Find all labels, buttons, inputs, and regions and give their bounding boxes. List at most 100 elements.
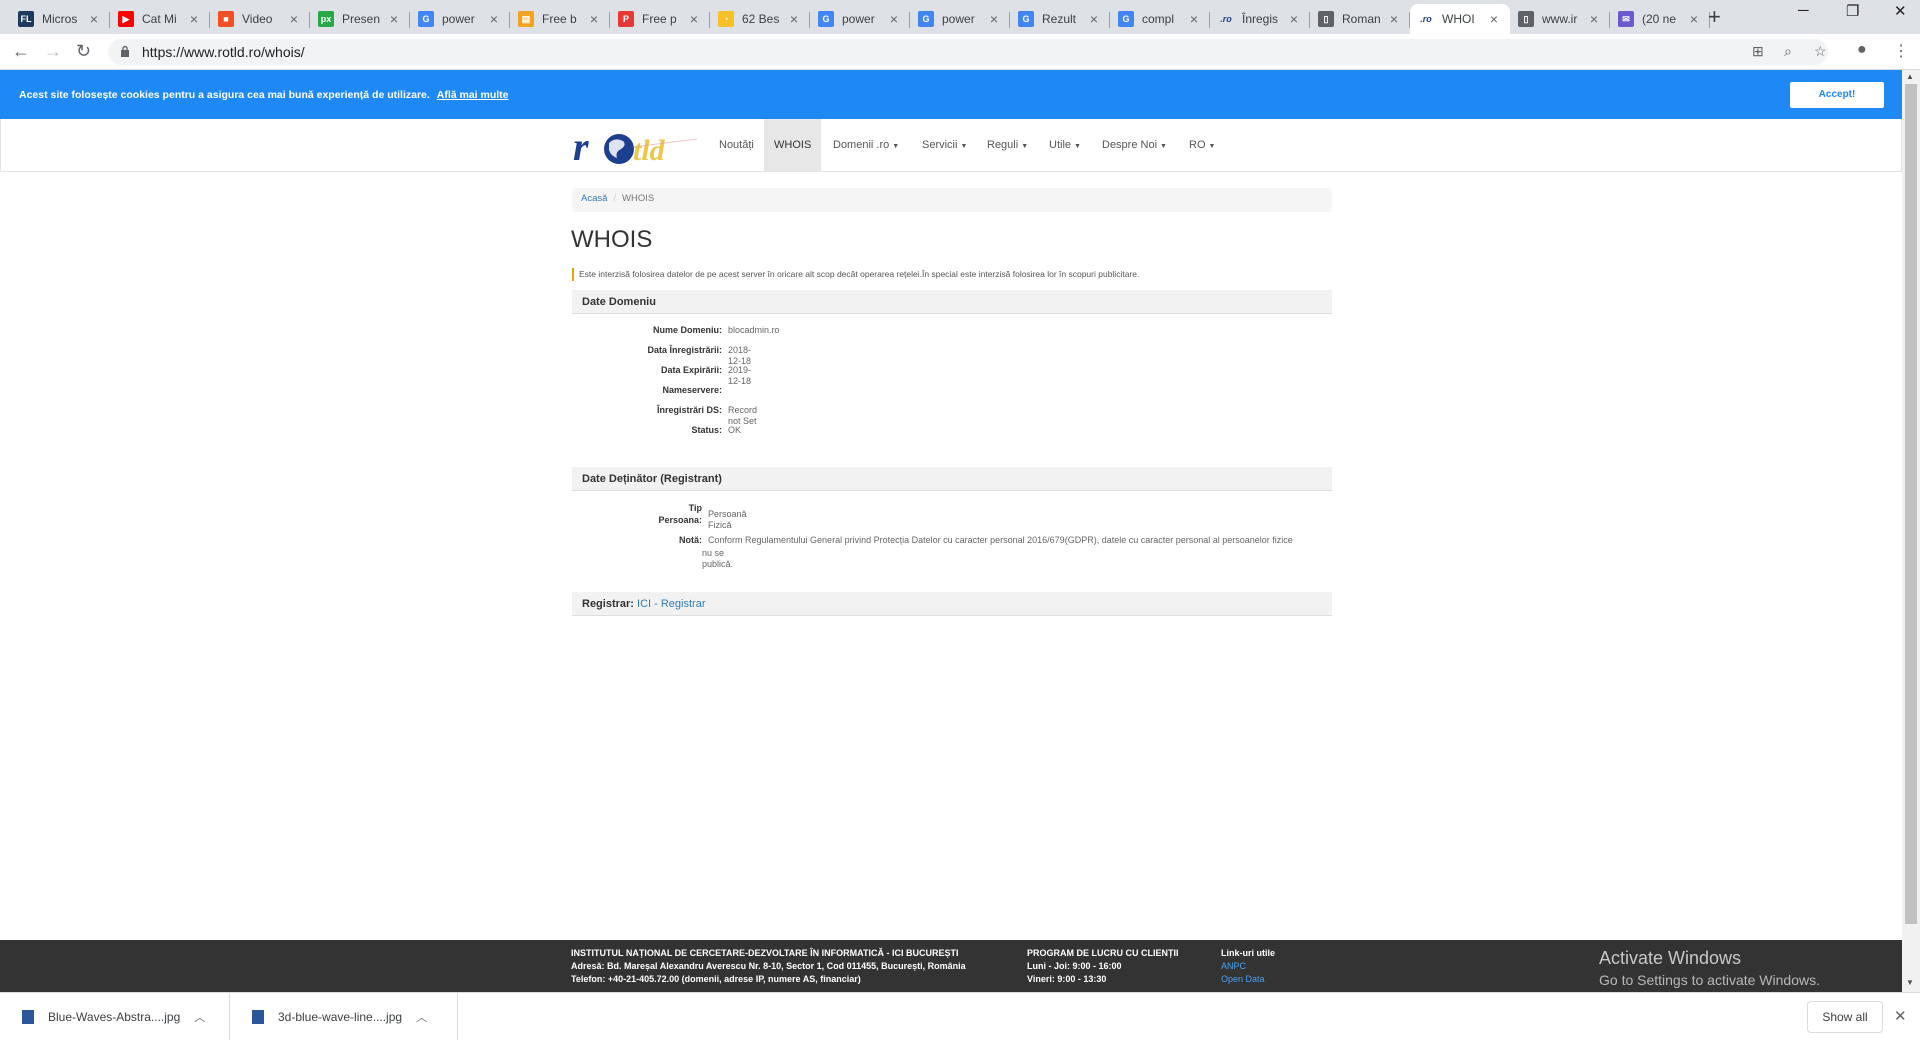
tab-close-icon[interactable]: × [386,11,402,27]
nav-item[interactable]: Utile ▼ [1039,119,1091,171]
field-value: OK [728,425,742,435]
nav-item[interactable]: Noutăți [709,119,764,171]
translate-icon[interactable]: ⊞ [1752,43,1764,60]
back-icon[interactable]: ← [12,41,30,62]
breadcrumb-home-link[interactable]: Acasă [581,193,607,204]
show-all-button[interactable]: Show all [1807,1001,1883,1033]
browser-tab[interactable]: Gpower × [810,4,910,34]
youtube-icon: ▶ [118,11,134,27]
registrar-link[interactable]: ICI - Registrar [637,598,705,610]
tab-close-icon[interactable]: × [286,11,302,27]
nav-item[interactable]: Despre Noi ▼ [1092,119,1177,171]
tab-close-icon[interactable]: × [86,11,102,27]
browser-tab[interactable]: FL Micros × [10,4,110,34]
field-value: Record not Set [728,405,758,426]
tab-close-icon[interactable]: × [486,11,502,27]
menu-icon[interactable]: ⋮ [1893,41,1909,61]
browser-tab[interactable]: G Rezult × [1010,4,1110,34]
close-downloads-icon[interactable]: ✕ [1894,1007,1907,1025]
browser-tab[interactable]: Gcompl × [1110,4,1210,34]
browser-tab[interactable]: ▯ Roman × [1310,4,1410,34]
nav-item[interactable]: Reguli ▼ [977,119,1038,171]
lock-icon [121,45,129,57]
reload-icon[interactable]: ↻ [76,41,91,62]
google-icon: G [1118,11,1134,27]
footer-address-label: Adresă: [571,961,605,971]
type-label-line2: Persoana: [658,515,702,525]
nav-item-label: Reguli [987,139,1019,151]
tab-title: compl [1142,12,1175,26]
field-label: Nameservere: [662,385,722,395]
tab-close-icon[interactable]: × [886,11,902,27]
word-file-icon [252,1010,264,1024]
minimize-icon[interactable]: ─ [1798,2,1809,19]
browser-tab[interactable]: ■ Video × [210,4,310,34]
browser-tab[interactable]: ◔ 62 Bes × [710,4,810,34]
tab-title: Rezult [1042,12,1077,26]
zoom-icon[interactable]: ⌕ [1784,43,1792,60]
browser-tab[interactable]: Gpower × [910,4,1010,34]
star-icon[interactable]: ☆ [1814,43,1827,60]
browser-tab[interactable]: ▶ Cat Mi × [110,4,210,34]
google-icon: G [818,11,834,27]
p-icon: P [618,11,634,27]
close-window-icon[interactable]: ✕ [1894,2,1907,20]
field-value: blocadmin.ro [728,325,780,335]
tab-close-icon[interactable]: × [686,11,702,27]
browser-tab[interactable]: .ro WHOI × [1410,4,1510,34]
scroll-up-icon[interactable]: ▲ [1906,72,1914,81]
tab-title: Înregis [1242,12,1279,26]
tab-close-icon[interactable]: × [1486,11,1502,27]
browser-tab[interactable]: ✉ (20 ne × [1610,4,1710,34]
browser-tab[interactable]: .ro Înregis × [1210,4,1310,34]
cookie-more-link[interactable]: Află mai multe [437,89,509,101]
browser-tab[interactable]: ▤ Free b × [510,4,610,34]
tab-close-icon[interactable]: × [986,11,1002,27]
tab-close-icon[interactable]: × [586,11,602,27]
tab-title: 62 Bes [742,12,780,26]
type-label-line1: Tip [688,503,702,513]
scroll-down-icon[interactable]: ▼ [1906,978,1914,987]
browser-tab[interactable]: px Presen × [310,4,410,34]
footer-links-title: Link-uri utile [1221,948,1275,958]
rotld-logo[interactable]: r tld [573,127,697,167]
profile-icon[interactable]: ● [1857,41,1867,59]
new-tab-button[interactable]: + [1708,4,1721,30]
tab-close-icon[interactable]: × [1386,11,1402,27]
tab-close-icon[interactable]: × [1586,11,1602,27]
footer-link-anpc[interactable]: ANPC [1221,961,1246,971]
tab-close-icon[interactable]: × [1686,11,1702,27]
tab-close-icon[interactable]: × [1186,11,1202,27]
accept-button[interactable]: Accept! [1790,82,1884,108]
address-bar[interactable]: https://www.rotld.ro/whois/ ⊞ ⌕ ☆ [108,39,1828,65]
download-item[interactable]: Blue-Waves-Abstra....jpg ︿ [0,993,230,1040]
nav-item[interactable]: WHOIS [764,119,822,171]
tab-close-icon[interactable]: × [1086,11,1102,27]
restore-icon[interactable]: ❐ [1846,2,1859,20]
nav-item[interactable]: Servicii ▼ [912,119,977,171]
vertical-scrollbar[interactable]: ▲ ▼ [1902,70,1920,992]
download-filename: 3d-blue-wave-line....jpg [278,1010,403,1024]
nav-item[interactable]: Domenii .ro ▼ [823,119,909,171]
nav-item[interactable]: RO ▼ [1179,119,1225,171]
browser-tab[interactable]: P Free p × [610,4,710,34]
chevron-up-icon[interactable]: ︿ [416,1009,427,1025]
chevron-up-icon[interactable]: ︿ [194,1009,205,1025]
browser-tab[interactable]: Gpower × [410,4,510,34]
download-item[interactable]: 3d-blue-wave-line....jpg ︿ [230,993,458,1040]
nav-item-label: Despre Noi [1102,139,1158,151]
footer-link-open-data[interactable]: Open Data [1221,974,1265,984]
browser-tab[interactable]: ▯ www.ir × [1510,4,1610,34]
tab-title: power [842,12,875,26]
scroll-thumb[interactable] [1905,84,1917,924]
breadcrumb-separator: / [613,193,617,204]
field-value: 2018-12-18 [728,345,752,366]
tab-close-icon[interactable]: × [1286,11,1302,27]
tab-strip: FL Micros × ▶ Cat Mi × ■ Video × px Presen × Gpower ×… [0,0,1920,34]
tab-close-icon[interactable]: × [786,11,802,27]
forward-icon[interactable]: → [44,41,62,62]
field-value: 2019-12-18 [728,365,752,386]
download-bar: Blue-Waves-Abstra....jpg ︿ 3d-blue-wave-… [0,992,1920,1040]
tab-close-icon[interactable]: × [186,11,202,27]
cookie-text: Acest site folosește cookies pentru a as… [19,89,430,101]
